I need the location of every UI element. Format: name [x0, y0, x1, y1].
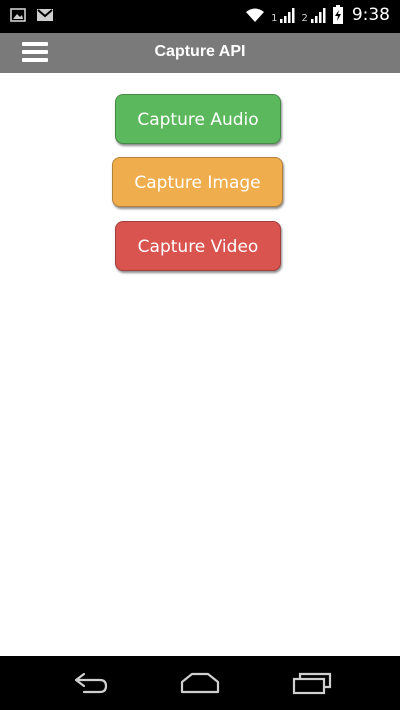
gmail-icon [36, 8, 54, 22]
status-bar-system: 1 2 9:38 [245, 5, 390, 25]
image-icon [10, 7, 26, 23]
status-time: 9:38 [351, 5, 390, 25]
back-icon[interactable] [66, 668, 114, 698]
status-bar-notifications [10, 7, 54, 23]
main-content: Capture Audio Capture Image Capture Vide… [0, 73, 400, 656]
signal-sim2-icon [310, 6, 326, 24]
wifi-icon [245, 7, 265, 23]
capture-video-button[interactable]: Capture Video [115, 221, 281, 271]
navigation-bar [0, 656, 400, 710]
page-title: Capture API [154, 43, 246, 60]
signal-sim1-icon [279, 6, 295, 24]
status-bar: 1 2 9:38 [0, 0, 400, 33]
app-header: Capture API [0, 33, 400, 73]
recents-icon[interactable] [288, 668, 336, 698]
battery-icon [332, 5, 344, 25]
sim2-label: 2 [301, 12, 308, 24]
capture-audio-button[interactable]: Capture Audio [115, 94, 281, 144]
capture-image-button[interactable]: Capture Image [112, 157, 283, 207]
sim1-label: 1 [271, 12, 278, 24]
home-icon[interactable] [176, 668, 224, 698]
